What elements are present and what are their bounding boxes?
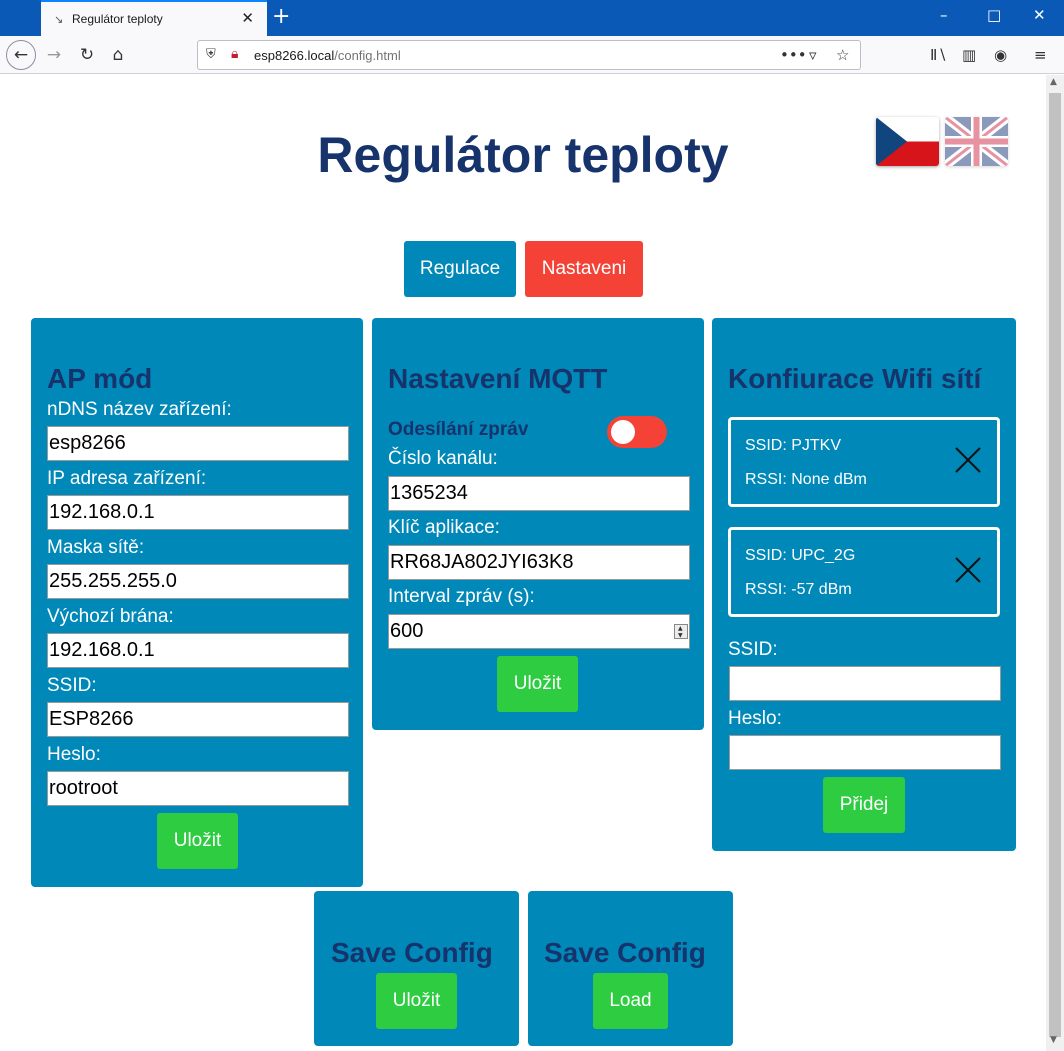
browser-toolbar: ← → ↻ ⌂ ⛨ 🔒︎ esp8266.local/config.html •… <box>0 36 1064 74</box>
interval-input[interactable]: 600 ▲ ▼ <box>388 614 690 649</box>
nastaveni-button[interactable]: Nastaveni <box>525 241 643 297</box>
mqtt-save-button[interactable]: Uložit <box>497 656 578 712</box>
app-key-label: Klíč aplikace: <box>388 517 500 538</box>
wifi-ssid: SSID: PJTKV <box>745 437 842 454</box>
save-config-button[interactable]: Uložit <box>376 973 457 1029</box>
wifi-title: Konfiurace Wifi sítí <box>728 363 982 394</box>
url-path: /config.html <box>334 48 401 63</box>
tracking-shield-icon[interactable]: ⛨ <box>206 47 216 62</box>
wifi-password-label: Heslo: <box>728 708 782 729</box>
home-icon[interactable]: ⌂ <box>104 41 132 69</box>
toggle-knob <box>611 420 635 444</box>
browser-tab[interactable]: ↘ Regulátor teploty ✕ <box>41 0 267 36</box>
scroll-up-icon[interactable]: ▲ <box>1050 77 1057 87</box>
channel-number-input[interactable]: 1365234 <box>388 476 690 511</box>
pocket-icon[interactable]: ▿ <box>809 46 817 64</box>
sidebar-icon[interactable]: ▥ <box>962 46 976 64</box>
send-messages-label: Odesílání zpráv <box>388 419 529 440</box>
mdns-name-label: nDNS název zařízení: <box>47 399 232 420</box>
back-arrow-icon[interactable]: ← <box>6 40 36 70</box>
save-config-title: Save Config <box>331 937 493 968</box>
ip-address-label: IP adresa zařízení: <box>47 468 207 489</box>
url-bar[interactable]: ⛨ 🔒︎ esp8266.local/config.html ••• ▿ ☆ <box>197 40 861 70</box>
load-config-button[interactable]: Load <box>593 973 668 1029</box>
gateway-input[interactable]: 192.168.0.1 <box>47 633 349 668</box>
ap-mode-title: AP mód <box>47 363 153 394</box>
library-icon[interactable]: Ⅱ∖ <box>930 46 947 64</box>
page-actions-icon[interactable]: ••• <box>780 46 807 64</box>
insecure-lock-icon[interactable]: 🔒︎ <box>231 46 238 62</box>
scroll-down-icon[interactable]: ▼ <box>1050 1035 1057 1045</box>
remove-network-close-icon[interactable] <box>953 555 983 585</box>
czech-flag-icon[interactable] <box>876 117 939 166</box>
app-key-input[interactable]: RR68JA802JYI63K8 <box>388 545 690 580</box>
maximize-icon[interactable]: □ <box>987 6 1001 24</box>
reload-icon[interactable]: ↻ <box>73 41 101 69</box>
scrollbar-thumb[interactable] <box>1049 93 1061 1037</box>
wifi-rssi: RSSI: -57 dBm <box>745 581 852 598</box>
netmask-input[interactable]: 255.255.255.0 <box>47 564 349 599</box>
send-messages-toggle[interactable] <box>607 416 667 448</box>
english-flag-icon[interactable] <box>945 117 1008 166</box>
stepper-down-icon[interactable]: ▼ <box>678 633 683 639</box>
wifi-ssid-input[interactable] <box>729 666 1001 701</box>
channel-number-label: Číslo kanálu: <box>388 448 498 469</box>
mqtt-title: Nastavení MQTT <box>388 363 608 394</box>
netmask-label: Maska sítě: <box>47 537 145 558</box>
remove-network-close-icon[interactable] <box>953 445 983 475</box>
window-close-icon[interactable]: ✕ <box>1033 6 1046 24</box>
tab-title: Regulátor teploty <box>72 12 163 26</box>
wifi-ssid-label: SSID: <box>728 639 778 660</box>
ap-password-input[interactable]: rootroot <box>47 771 349 806</box>
wifi-network-card: SSID: UPC_2G RSSI: -57 dBm <box>728 527 1000 617</box>
interval-label: Interval zpráv (s): <box>388 586 535 607</box>
add-network-button[interactable]: Přidej <box>823 777 905 833</box>
new-tab-icon[interactable]: + <box>272 4 290 29</box>
account-icon[interactable]: ◉ <box>994 46 1007 64</box>
forward-arrow-icon[interactable]: → <box>40 41 68 69</box>
interval-value: 600 <box>390 620 424 642</box>
mdns-name-input[interactable]: esp8266 <box>47 426 349 461</box>
page-scrollbar[interactable]: ▲ ▼ <box>1046 75 1064 1051</box>
wifi-network-card: SSID: PJTKV RSSI: None dBm <box>728 417 1000 507</box>
bookmark-star-icon[interactable]: ☆ <box>836 46 849 64</box>
page-favicon-icon: ↘ <box>54 13 64 26</box>
regulace-button[interactable]: Regulace <box>404 241 516 297</box>
gateway-label: Výchozí brána: <box>47 606 174 627</box>
menu-icon[interactable]: ≡ <box>1034 46 1047 64</box>
ap-save-button[interactable]: Uložit <box>157 813 238 869</box>
wifi-rssi: RSSI: None dBm <box>745 471 867 488</box>
browser-titlebar: ↘ Regulátor teploty ✕ + – □ ✕ <box>0 0 1064 36</box>
url-host: esp8266.local <box>254 48 335 63</box>
interval-stepper[interactable]: ▲ ▼ <box>674 624 688 639</box>
ip-address-input[interactable]: 192.168.0.1 <box>47 495 349 530</box>
minimize-icon[interactable]: – <box>940 6 948 24</box>
ap-password-label: Heslo: <box>47 744 101 765</box>
wifi-password-input[interactable] <box>729 735 1001 770</box>
tab-close-icon[interactable]: ✕ <box>241 9 254 27</box>
wifi-ssid: SSID: UPC_2G <box>745 547 856 564</box>
ap-ssid-input[interactable]: ESP8266 <box>47 702 349 737</box>
load-config-title: Save Config <box>544 937 706 968</box>
url-text[interactable]: esp8266.local/config.html <box>254 48 401 63</box>
ap-ssid-label: SSID: <box>47 675 97 696</box>
